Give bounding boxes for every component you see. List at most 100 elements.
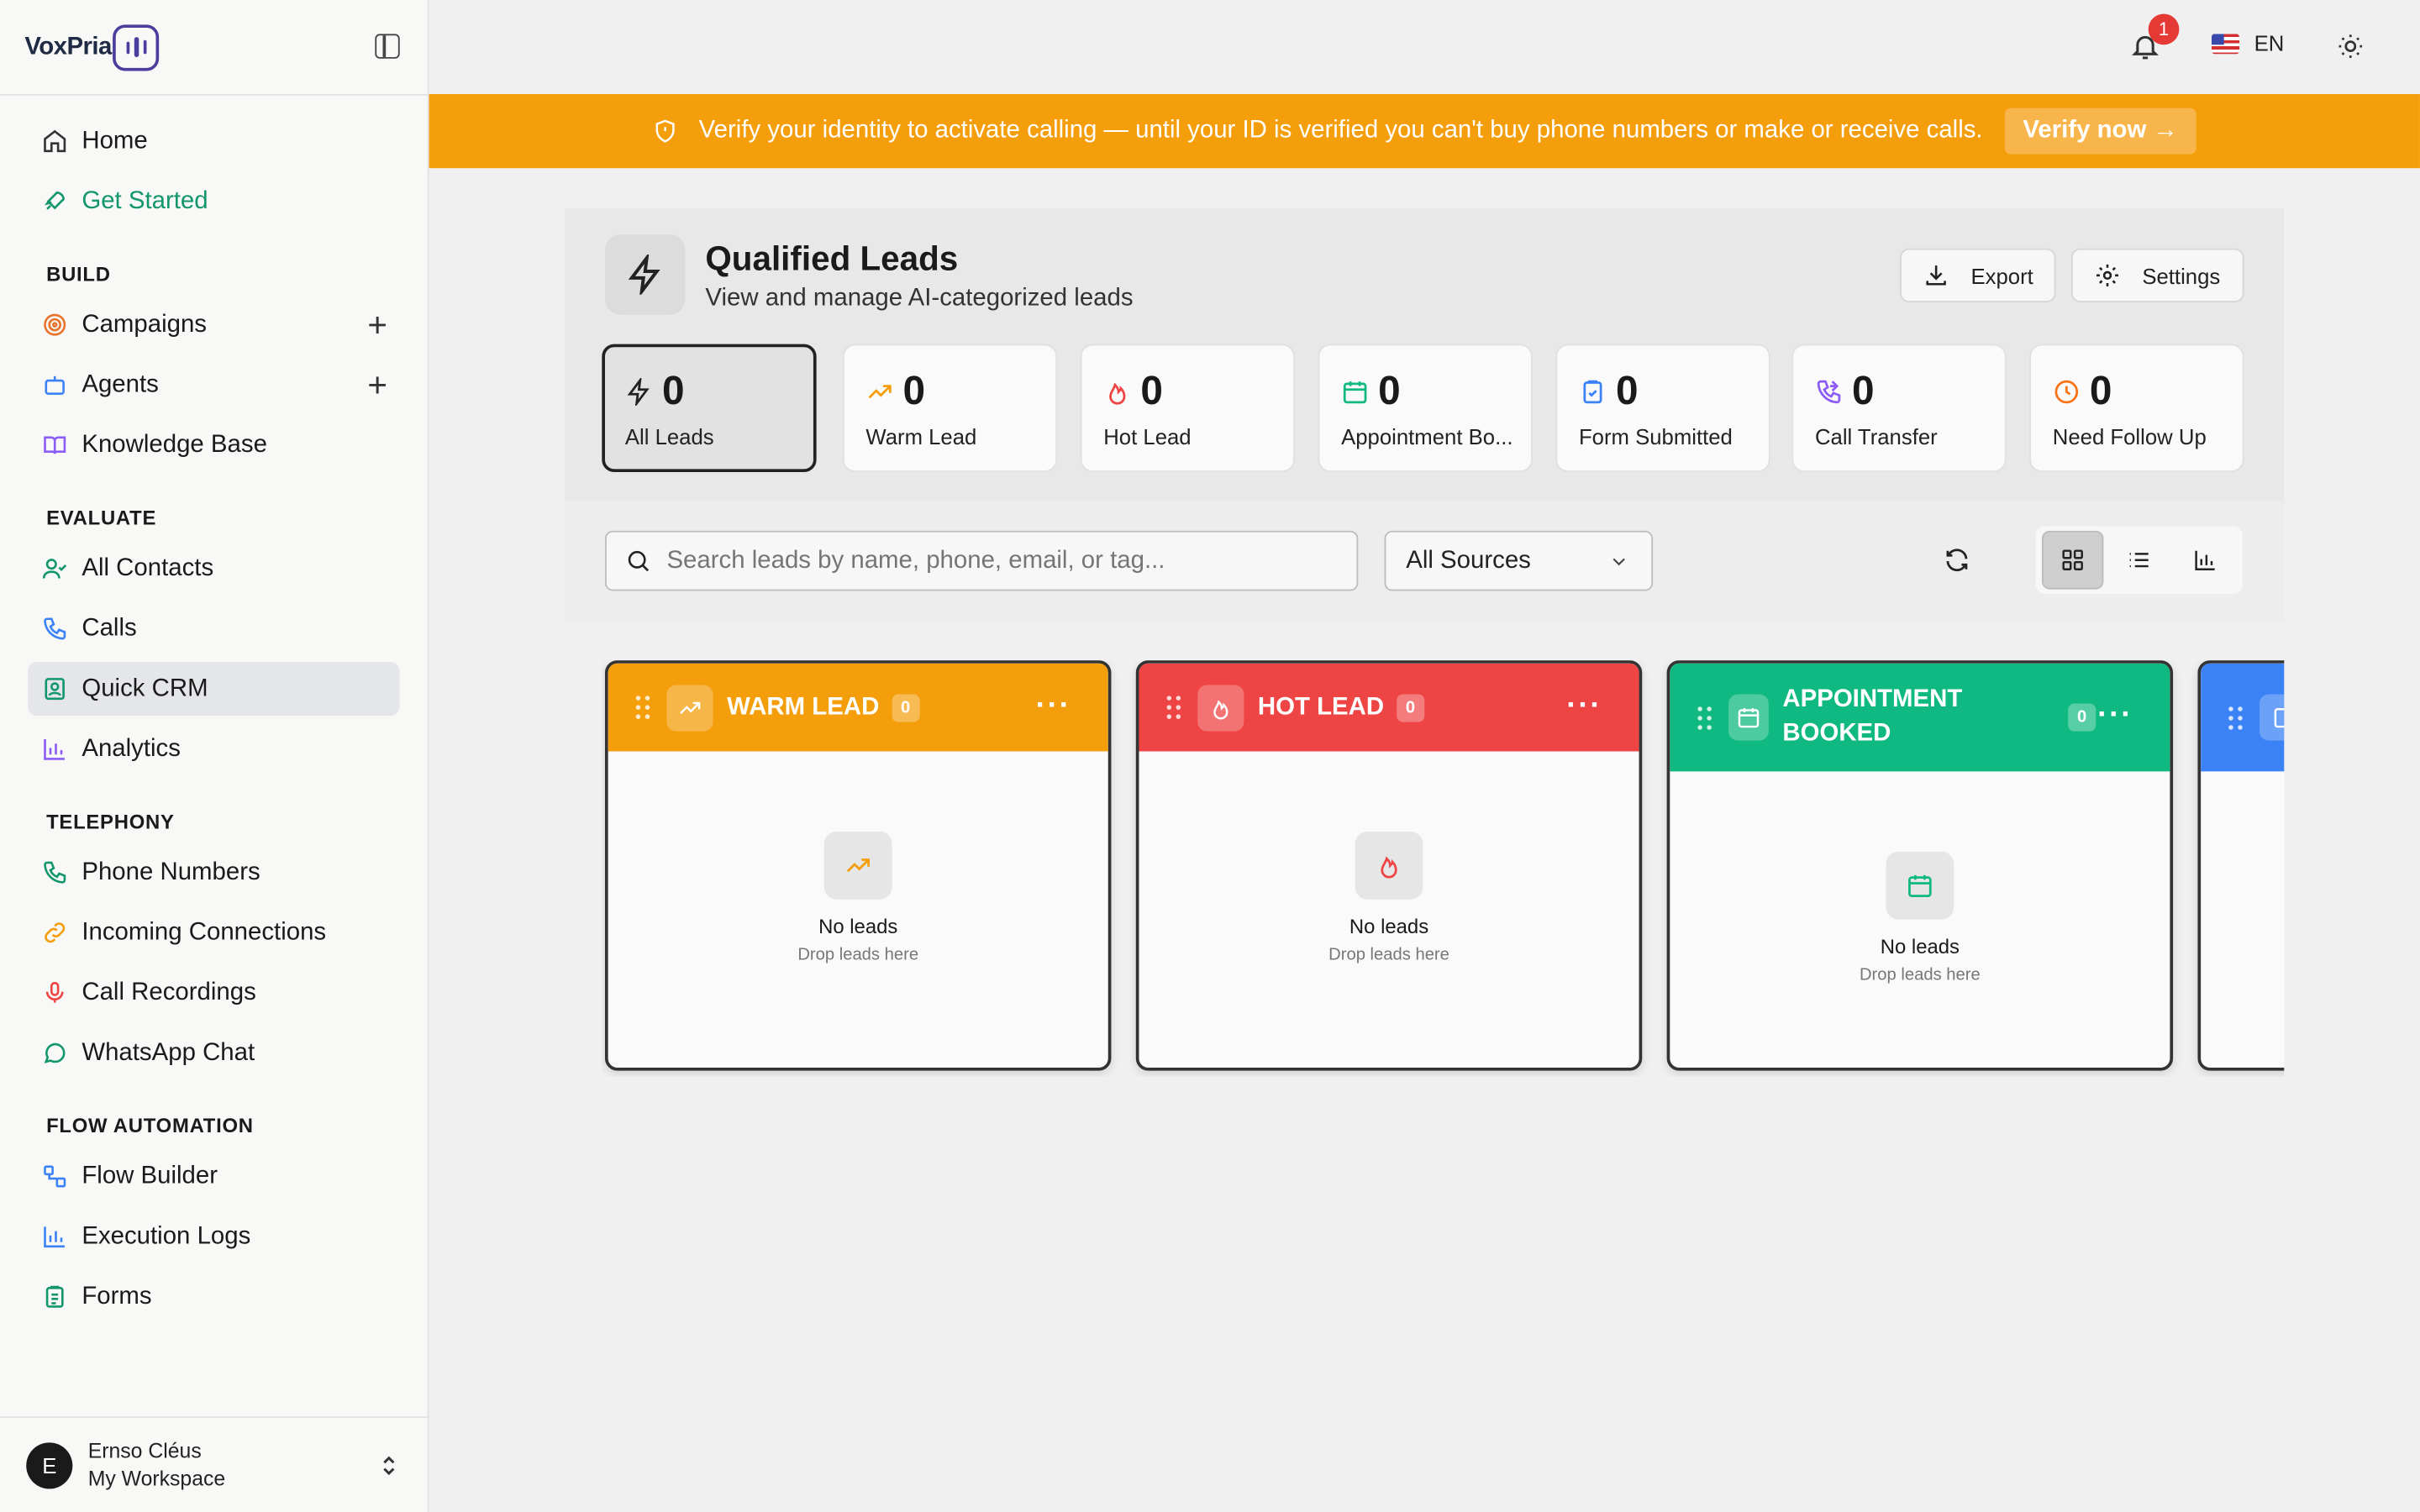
column-title: APPOINTMENT BOOKED: [1782, 686, 1963, 747]
chart-view-button[interactable]: [2175, 531, 2236, 590]
sidebar-item-home[interactable]: Home: [28, 114, 400, 168]
page-subtitle: View and manage AI-categorized leads: [705, 285, 1134, 312]
user-menu[interactable]: E Ernso Cléus My Workspace: [0, 1416, 429, 1512]
bolt-icon: [604, 234, 686, 315]
empty-subtitle: Drop leads here: [797, 945, 919, 964]
column-title: WARM LEAD: [727, 693, 880, 720]
stat-label: Hot Lead: [1103, 424, 1192, 449]
stat-value: 0: [661, 367, 685, 414]
target-icon: [40, 311, 68, 339]
sidebar-item-label: Incoming Connections: [82, 918, 327, 945]
sidebar-item-campaigns[interactable]: Campaigns +: [28, 297, 400, 351]
column-header: APPOINTMENT BOOKED 0 ···: [1670, 663, 2170, 772]
trending-up-icon: [868, 384, 892, 398]
sidebar-item-flow-builder[interactable]: Flow Builder: [28, 1149, 400, 1203]
topbar: 1 EN: [429, 0, 2420, 95]
stat-card-appointment-booked[interactable]: 0 Appointment Bo...: [1318, 344, 1533, 473]
source-select[interactable]: All Sources: [1384, 530, 1654, 591]
sidebar-item-label: Campaigns: [82, 311, 208, 338]
book-icon: [40, 431, 68, 459]
us-flag-icon: [2211, 33, 2239, 54]
empty-title: No leads: [818, 915, 898, 938]
list-view-button[interactable]: [2108, 531, 2170, 590]
stat-label: Need Follow Up: [2052, 424, 2207, 449]
stat-value: 0: [1378, 367, 1401, 414]
grid-view-button[interactable]: [2041, 530, 2104, 590]
sidebar-item-whatsapp-chat[interactable]: WhatsApp Chat: [28, 1026, 400, 1079]
language-switcher[interactable]: EN: [2211, 31, 2284, 55]
phone-icon: [40, 615, 68, 643]
stat-card-call-transfer[interactable]: 0 Call Transfer: [1791, 344, 2007, 473]
trending-up-icon: [666, 684, 713, 731]
section-title-flow-automation: FLOW AUTOMATION: [46, 1114, 254, 1137]
stat-card-all-leads[interactable]: 0 All Leads: [602, 344, 817, 473]
sidebar-item-knowledge-base[interactable]: Knowledge Base: [28, 418, 400, 472]
stat-card-need-follow-up[interactable]: 0 Need Follow Up: [2029, 344, 2244, 473]
sidebar-item-quick-crm[interactable]: Quick CRM: [28, 661, 400, 717]
column-count: 0: [1396, 693, 1425, 722]
sidebar-item-calls[interactable]: Calls: [28, 601, 400, 655]
drag-handle-icon[interactable]: [2228, 706, 2244, 729]
stat-card-hot-lead[interactable]: 0 Hot Lead: [1080, 344, 1295, 473]
section-title-telephony: TELEPHONY: [46, 810, 175, 833]
stat-card-form-submitted[interactable]: 0 Form Submitted: [1555, 344, 1770, 473]
sidebar-item-agents[interactable]: Agents +: [28, 358, 400, 412]
drag-handle-icon[interactable]: [635, 696, 651, 719]
sidebar-item-forms[interactable]: Forms: [28, 1270, 400, 1324]
more-options-icon[interactable]: ···: [1566, 688, 1602, 723]
bar-chart-icon: [40, 1223, 68, 1251]
sidebar-item-phone-numbers[interactable]: Phone Numbers: [28, 846, 400, 900]
refresh-icon[interactable]: [1943, 546, 1970, 574]
mic-icon: [40, 979, 68, 1006]
sidebar-item-all-contacts[interactable]: All Contacts: [28, 542, 400, 596]
banner-text: Verify your identity to activate calling…: [698, 117, 1983, 144]
section-title-evaluate: EVALUATE: [46, 506, 157, 529]
export-button[interactable]: Export: [1899, 248, 2057, 302]
chevrons-up-down-icon: [380, 1454, 398, 1476]
verify-now-button[interactable]: Verify now →: [2004, 108, 2196, 155]
chat-icon: [40, 1039, 68, 1067]
search-input[interactable]: [666, 547, 1315, 575]
view-toggle-group: [2035, 526, 2243, 595]
settings-button[interactable]: Settings: [2070, 248, 2244, 302]
column-header: WARM LEAD 0 ···: [608, 663, 1108, 752]
avatar: E: [26, 1441, 73, 1488]
more-options-icon[interactable]: ···: [2097, 698, 2133, 733]
workflow-icon: [40, 1163, 68, 1190]
chevron-down-icon: [1612, 558, 1625, 566]
add-campaign-icon[interactable]: +: [367, 305, 387, 345]
more-options-icon[interactable]: ···: [1035, 688, 1071, 723]
empty-state: No leads Drop leads here: [608, 751, 1108, 964]
sidebar-item-incoming-connections[interactable]: Incoming Connections: [28, 906, 400, 959]
flame-icon: [1355, 831, 1423, 900]
stat-value: 0: [902, 367, 926, 414]
drag-handle-icon[interactable]: [1166, 696, 1182, 719]
sidebar-item-label: Analytics: [82, 735, 181, 762]
search-field[interactable]: [604, 530, 1359, 591]
empty-title: No leads: [1880, 935, 1960, 958]
sidebar-item-analytics[interactable]: Analytics: [28, 722, 400, 776]
stat-card-warm-lead[interactable]: 0 Warm Lead: [842, 344, 1058, 473]
column-header: HOT LEAD 0 ···: [1139, 663, 1639, 752]
empty-title: No leads: [1349, 915, 1429, 938]
contact-card-icon: [40, 675, 68, 703]
search-icon: [628, 550, 650, 572]
sidebar-item-label: Agents: [82, 370, 159, 397]
brand-logo-text[interactable]: VoxPria: [24, 33, 112, 60]
stat-value: 0: [1852, 367, 1875, 414]
calendar-icon: [1728, 694, 1769, 741]
sidebar-item-call-recordings[interactable]: Call Recordings: [28, 966, 400, 1020]
settings-label: Settings: [2142, 263, 2221, 288]
add-agent-icon[interactable]: +: [367, 365, 387, 405]
kanban-column-form-submitted: [2197, 660, 2285, 1071]
sidebar-item-label: Home: [82, 127, 148, 154]
sidebar-item-label: Call Recordings: [82, 979, 256, 1005]
bot-icon: [40, 371, 68, 399]
drag-handle-icon[interactable]: [1697, 706, 1712, 729]
sidebar-item-execution-logs[interactable]: Execution Logs: [28, 1210, 400, 1263]
sun-icon[interactable]: [2337, 33, 2365, 60]
sidebar-toggle-icon[interactable]: [375, 34, 400, 59]
column-header: [2201, 663, 2285, 772]
flame-icon: [1109, 381, 1126, 404]
sidebar-item-get-started[interactable]: Get Started: [28, 175, 400, 228]
